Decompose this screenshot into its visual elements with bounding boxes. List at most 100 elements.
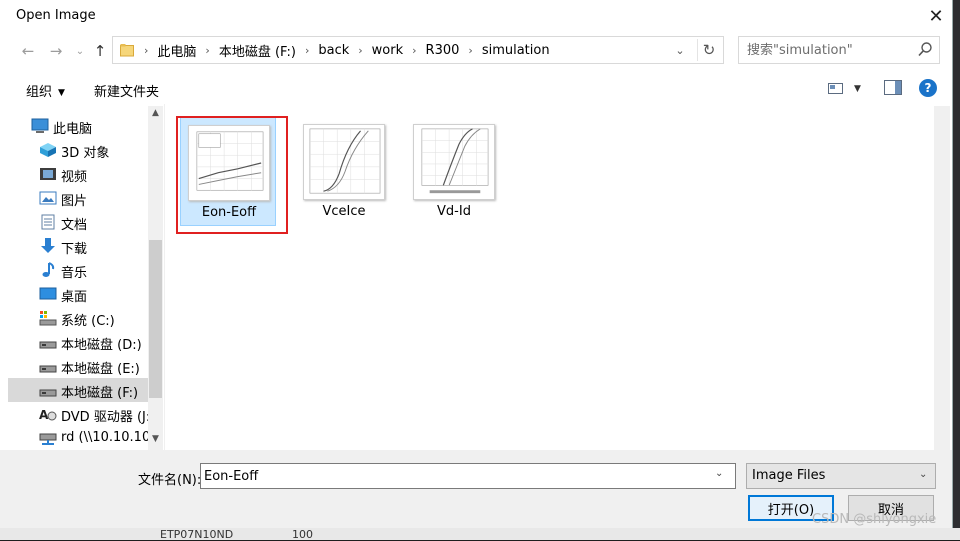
filename-label: 文件名(N): xyxy=(138,473,202,488)
dialog-title: Open Image xyxy=(16,8,96,23)
sidebar-item-label: 音乐 xyxy=(61,266,88,281)
chevron-right-icon[interactable]: › xyxy=(205,44,209,57)
dialog-footer: 文件名(N): ⌄ Image Files ⌄ 打开(O) 取消 xyxy=(0,450,952,528)
new-folder-button[interactable]: 新建文件夹 xyxy=(94,81,159,100)
chevron-down-icon[interactable]: ⌄ xyxy=(715,468,723,479)
file-name: Vd-Id xyxy=(437,204,471,219)
music-icon xyxy=(42,262,55,277)
sidebar-item-label: 本地磁盘 (E:) xyxy=(61,362,140,377)
sidebar-item-label: 图片 xyxy=(61,194,88,209)
video-icon xyxy=(40,168,56,180)
breadcrumb-item[interactable]: work xyxy=(372,43,403,58)
breadcrumb-item[interactable]: back xyxy=(318,43,349,58)
back-arrow-icon[interactable]: ← xyxy=(18,40,38,62)
sidebar-item-label: 系统 (C:) xyxy=(61,314,115,329)
breadcrumb-item[interactable]: R300 xyxy=(426,43,460,58)
breadcrumb-item[interactable]: 此电脑 xyxy=(157,41,196,60)
recent-locations-icon[interactable]: ⌄ xyxy=(70,40,90,62)
forward-arrow-icon[interactable]: → xyxy=(46,40,66,62)
sidebar-item-network-rd[interactable]: rd (\\10.10.10.2 xyxy=(8,426,163,450)
dropdown-arrow-icon: ▼ xyxy=(854,84,861,94)
breadcrumb: › 此电脑 › 本地磁盘 (F:) › back › work › R300 ›… xyxy=(135,37,550,63)
dropdown-arrow-icon: ▼ xyxy=(58,88,65,98)
chevron-right-icon: › xyxy=(144,43,149,57)
address-bar[interactable]: › 此电脑 › 本地磁盘 (F:) › back › work › R300 ›… xyxy=(112,36,724,64)
navigation-pane: 此电脑 3D 对象 视频 图片 文档 下载 音乐 桌面 系统 (C:) 本地磁盘… xyxy=(8,106,164,450)
preview-pane-icon[interactable] xyxy=(884,80,902,96)
file-name: VceIce xyxy=(322,204,366,219)
sidebar-item-label: 视频 xyxy=(61,170,88,185)
sidebar-item-drive-e[interactable]: 本地磁盘 (E:) xyxy=(8,354,148,378)
network-drive-icon xyxy=(39,433,57,445)
sidebar-item-documents[interactable]: 文档 xyxy=(8,210,148,234)
close-icon[interactable]: ✕ xyxy=(922,2,950,30)
search-icon[interactable] xyxy=(917,41,933,59)
filename-combobox[interactable]: ⌄ xyxy=(200,463,736,489)
sidebar-item-label: 文档 xyxy=(61,218,88,233)
pane-divider[interactable] xyxy=(164,104,165,450)
sidebar-item-3d-objects[interactable]: 3D 对象 xyxy=(8,138,148,162)
folder-icon xyxy=(120,44,134,57)
computer-icon xyxy=(31,118,49,133)
chevron-right-icon[interactable]: › xyxy=(412,44,416,57)
breadcrumb-item[interactable]: 本地磁盘 (F:) xyxy=(219,41,296,60)
sidebar-item-desktop[interactable]: 桌面 xyxy=(8,282,148,306)
scroll-thumb[interactable] xyxy=(149,240,162,398)
sidebar-item-drive-d[interactable]: 本地磁盘 (D:) xyxy=(8,330,148,354)
sidebar-item-downloads[interactable]: 下载 xyxy=(8,234,148,258)
organize-label: 组织 xyxy=(26,85,53,100)
search-input[interactable] xyxy=(747,41,907,59)
refresh-icon[interactable]: ↻ xyxy=(697,39,720,61)
file-list-scrollbar[interactable] xyxy=(934,106,950,450)
up-arrow-icon[interactable]: ↑ xyxy=(90,40,110,62)
download-icon xyxy=(41,238,55,253)
sidebar-item-this-pc[interactable]: 此电脑 xyxy=(8,114,148,138)
sidebar-item-label: 下载 xyxy=(61,242,88,257)
sidebar-item-label: 桌面 xyxy=(61,290,88,305)
navigation-scrollbar[interactable]: ▲ ▼ xyxy=(148,106,163,450)
drive-icon xyxy=(39,341,57,349)
file-item[interactable]: Vd-Id xyxy=(406,116,502,226)
watermark-text: CSDN @shlyongxie xyxy=(812,512,937,527)
background-app-row: ETP07N10ND 100 xyxy=(0,528,960,541)
organize-menu[interactable]: 组织 ▼ xyxy=(26,81,65,100)
drive-icon xyxy=(39,389,57,397)
scroll-up-icon[interactable]: ▲ xyxy=(148,108,163,122)
sidebar-item-system-c[interactable]: 系统 (C:) xyxy=(8,306,148,330)
desktop-icon xyxy=(39,287,57,300)
sidebar-item-label: 3D 对象 xyxy=(61,146,110,161)
sidebar-item-video[interactable]: 视频 xyxy=(8,162,148,186)
file-type-value: Image Files xyxy=(752,468,826,483)
sidebar-item-music[interactable]: 音乐 xyxy=(8,258,148,282)
sidebar-item-label: 本地磁盘 (D:) xyxy=(61,338,142,353)
sidebar-item-drive-f[interactable]: 本地磁盘 (F:) xyxy=(8,378,148,402)
3d-objects-icon xyxy=(40,143,56,157)
chevron-down-icon[interactable]: ⌄ xyxy=(669,39,691,61)
open-image-dialog: Open Image ✕ ← → ⌄ ↑ › 此电脑 › 本地磁盘 (F:) ›… xyxy=(0,0,953,528)
image-thumbnail xyxy=(303,124,385,200)
chevron-right-icon[interactable]: › xyxy=(305,44,309,57)
view-options-button[interactable]: ▼ xyxy=(828,79,868,99)
file-item[interactable]: VceIce xyxy=(296,116,392,226)
view-icon xyxy=(828,83,843,94)
file-type-select[interactable]: Image Files ⌄ xyxy=(746,463,936,489)
pictures-icon xyxy=(39,191,57,205)
image-thumbnail xyxy=(413,124,495,200)
breadcrumb-item[interactable]: simulation xyxy=(482,43,550,58)
chevron-right-icon[interactable]: › xyxy=(468,44,472,57)
sidebar-item-dvd-j[interactable]: A DVD 驱动器 (J:) xyxy=(8,402,155,426)
help-icon[interactable]: ? xyxy=(919,79,937,97)
sidebar-item-pictures[interactable]: 图片 xyxy=(8,186,148,210)
search-box[interactable] xyxy=(738,36,940,64)
chevron-right-icon[interactable]: › xyxy=(358,44,362,57)
title-bar: Open Image ✕ xyxy=(0,0,952,32)
sidebar-item-label: 此电脑 xyxy=(53,122,93,137)
scroll-down-icon[interactable]: ▼ xyxy=(148,434,163,448)
background-app-edge xyxy=(952,0,960,540)
dvd-drive-icon: A xyxy=(39,408,57,422)
svg-text:A: A xyxy=(39,408,49,422)
navigation-row: ← → ⌄ ↑ › 此电脑 › 本地磁盘 (F:) › back › work … xyxy=(0,36,952,66)
filename-input[interactable] xyxy=(204,467,704,485)
command-toolbar: 组织 ▼ 新建文件夹 ▼ ? xyxy=(0,74,952,104)
chevron-down-icon[interactable]: ⌄ xyxy=(919,469,927,480)
